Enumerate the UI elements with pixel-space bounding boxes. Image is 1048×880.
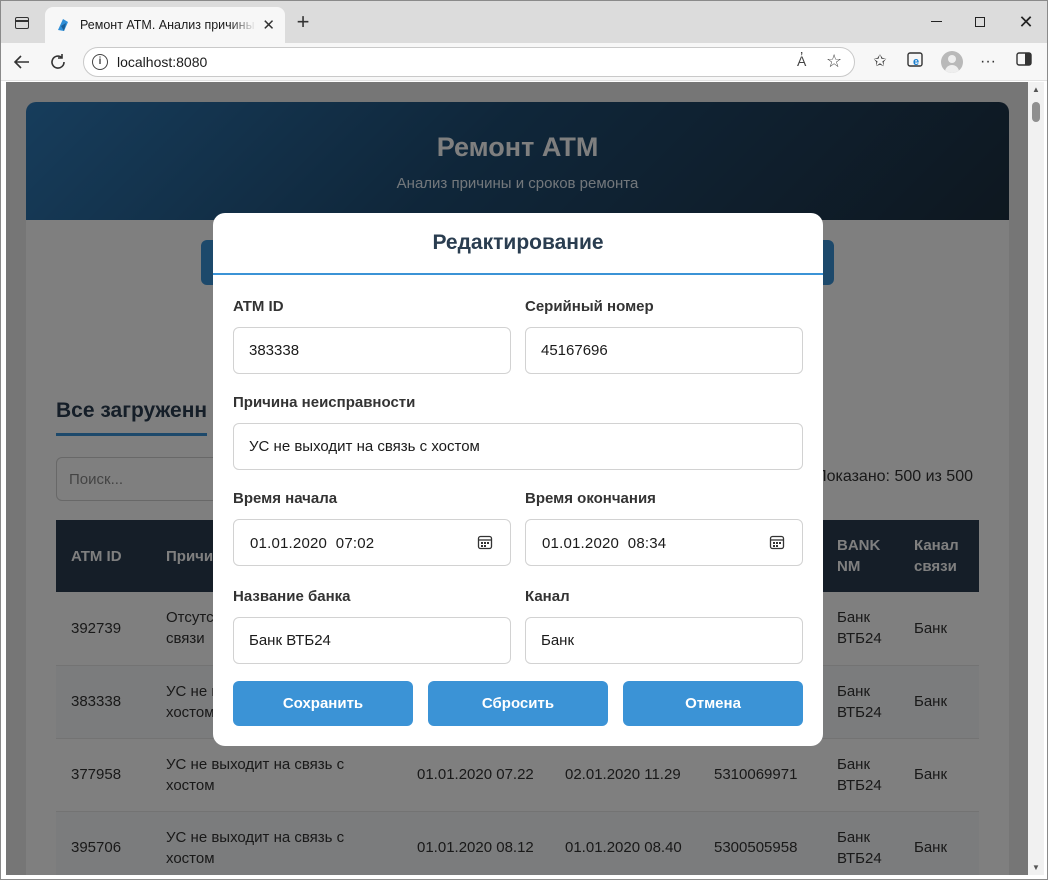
reason-input[interactable] bbox=[233, 423, 803, 470]
start-time-field: Время начала 01.01.2020 07:02 bbox=[233, 490, 511, 566]
scroll-up-icon[interactable]: ▲ bbox=[1032, 85, 1040, 94]
atm-id-input[interactable] bbox=[233, 327, 511, 374]
tab-active[interactable]: Ремонт ATM. Анализ причины и сроков ремо… bbox=[45, 7, 285, 43]
window-close-icon[interactable]: ✕ bbox=[1011, 9, 1041, 35]
minimize-icon[interactable] bbox=[921, 9, 951, 35]
modal-header: Редактирование bbox=[213, 213, 823, 275]
profile-avatar[interactable] bbox=[941, 51, 963, 73]
new-tab-icon[interactable]: + bbox=[291, 11, 315, 35]
address-bar[interactable]: i localhost:8080 A̓ ☆ bbox=[83, 47, 855, 77]
reason-label: Причина неисправности bbox=[233, 394, 416, 411]
app-favicon-icon bbox=[58, 19, 68, 31]
browser-window: Ремонт ATM. Анализ причины и сроков ремо… bbox=[0, 0, 1048, 880]
read-aloud-icon[interactable]: A̓ bbox=[797, 53, 806, 69]
end-time-value: 01.01.2020 08:34 bbox=[542, 535, 667, 552]
page-scrollbar[interactable]: ▲ ▼ bbox=[1028, 82, 1044, 875]
reset-button[interactable]: Сбросить bbox=[428, 681, 608, 726]
channel-field: Канал bbox=[525, 588, 803, 664]
cancel-button[interactable]: Отмена bbox=[623, 681, 803, 726]
favorite-star-icon[interactable]: ☆ bbox=[826, 51, 842, 72]
start-time-value: 01.01.2020 07:02 bbox=[250, 535, 375, 552]
more-menu-icon[interactable]: ··· bbox=[977, 51, 999, 73]
maximize-icon[interactable] bbox=[965, 9, 995, 35]
save-button[interactable]: Сохранить bbox=[233, 681, 413, 726]
bank-label: Название банка bbox=[233, 588, 351, 605]
start-time-label: Время начала bbox=[233, 490, 338, 507]
sidebar-toggle-icon[interactable] bbox=[1013, 51, 1035, 73]
serial-label: Серийный номер bbox=[525, 298, 654, 315]
calendar-icon[interactable] bbox=[769, 534, 785, 550]
tab-bar: Ремонт ATM. Анализ причины и сроков ремо… bbox=[1, 1, 1047, 43]
end-time-input[interactable]: 01.01.2020 08:34 bbox=[525, 519, 803, 566]
tab-actions-icon[interactable] bbox=[9, 10, 35, 36]
bank-field: Название банка bbox=[233, 588, 511, 664]
scroll-thumb[interactable] bbox=[1032, 102, 1040, 122]
reason-field: Причина неисправности bbox=[233, 394, 803, 470]
scroll-down-icon[interactable]: ▼ bbox=[1032, 863, 1040, 872]
serial-field: Серийный номер bbox=[525, 298, 803, 374]
calendar-icon[interactable] bbox=[477, 534, 493, 550]
channel-label: Канал bbox=[525, 588, 570, 605]
ie-mode-icon[interactable]: e bbox=[905, 51, 927, 73]
url-text: localhost:8080 bbox=[117, 54, 208, 70]
edit-modal: Редактирование ATM ID Серийный номер При… bbox=[213, 213, 823, 746]
modal-title: Редактирование bbox=[432, 231, 604, 254]
end-time-field: Время окончания 01.01.2020 08:34 bbox=[525, 490, 803, 566]
tab-close-icon[interactable]: ✕ bbox=[262, 18, 275, 33]
channel-input[interactable] bbox=[525, 617, 803, 664]
browser-toolbar: i localhost:8080 A̓ ☆ ✩ e ··· bbox=[1, 43, 1047, 81]
favorites-icon[interactable]: ✩ bbox=[869, 51, 891, 73]
back-icon[interactable] bbox=[9, 49, 35, 75]
site-info-icon[interactable]: i bbox=[92, 54, 108, 70]
bank-input[interactable] bbox=[233, 617, 511, 664]
tab-title: Ремонт ATM. Анализ причины и сроков ремо… bbox=[80, 18, 256, 32]
serial-input[interactable] bbox=[525, 327, 803, 374]
svg-text:e: e bbox=[913, 56, 919, 68]
start-time-input[interactable]: 01.01.2020 07:02 bbox=[233, 519, 511, 566]
atm-id-field: ATM ID bbox=[233, 298, 511, 374]
refresh-icon[interactable] bbox=[45, 49, 71, 75]
atm-id-label: ATM ID bbox=[233, 298, 284, 315]
end-time-label: Время окончания bbox=[525, 490, 656, 507]
page-viewport: Ремонт ATM Анализ причины и сроков ремон… bbox=[6, 82, 1028, 875]
